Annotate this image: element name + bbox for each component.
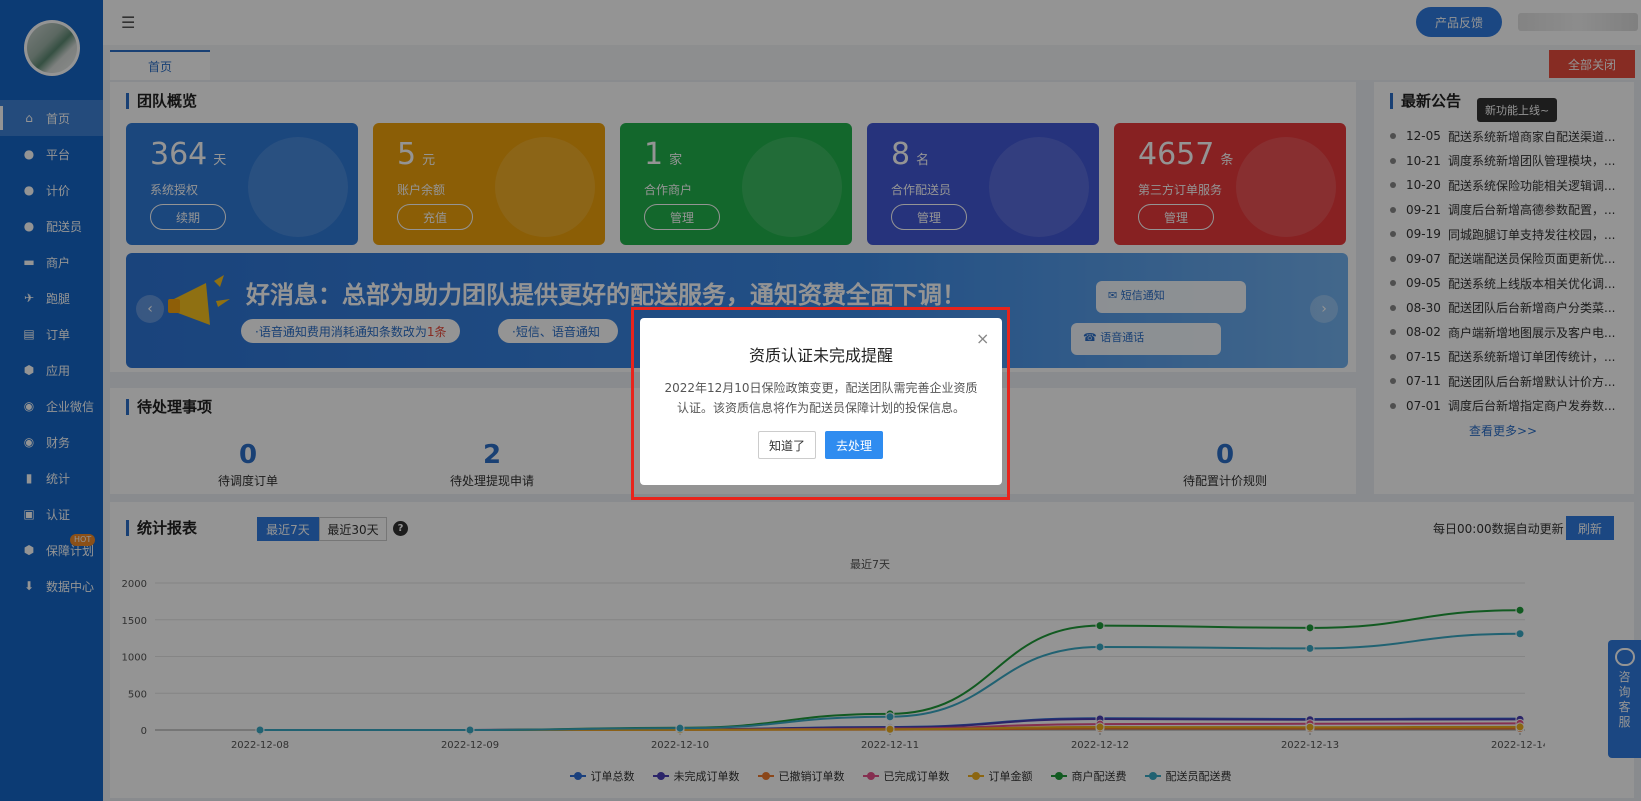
acknowledge-button[interactable]: 知道了 <box>758 431 816 459</box>
qualification-reminder-dialog: 资质认证未完成提醒 × 2022年12月10日保险政策变更，配送团队需完善企业资… <box>640 318 1002 485</box>
dialog-title: 资质认证未完成提醒 <box>748 346 893 365</box>
close-icon[interactable]: × <box>976 329 989 348</box>
go-handle-button[interactable]: 去处理 <box>825 431 883 459</box>
dialog-message: 2022年12月10日保险政策变更，配送团队需完善企业资质认证。该资质信息将作为… <box>664 381 978 415</box>
